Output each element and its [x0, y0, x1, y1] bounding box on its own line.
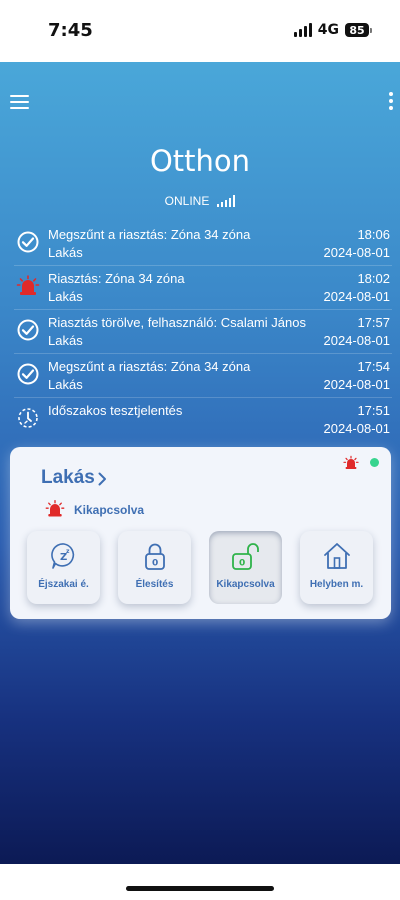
connection-status: ONLINE	[0, 194, 400, 208]
event-item[interactable]: Riasztás: Zóna 34 zóna Lakás 18:02 2024-…	[14, 266, 392, 310]
stay-mode-button[interactable]: Helyben m.	[300, 531, 373, 604]
event-description: Riasztás törölve, felhasználó: Csalami J…	[48, 315, 306, 330]
event-item[interactable]: Időszakos tesztjelentés 17:51 2024-08-01	[14, 398, 392, 441]
event-time: 17:54	[357, 359, 390, 374]
home-indicator[interactable]	[126, 886, 274, 891]
event-item[interactable]: Riasztás törölve, felhasználó: Csalami J…	[14, 310, 392, 354]
event-description: Megszűnt a riasztás: Zóna 34 zóna	[48, 227, 251, 242]
bottom-bar	[0, 864, 400, 900]
area-name[interactable]: Lakás	[41, 467, 95, 489]
siren-icon	[16, 275, 40, 295]
event-date: 2024-08-01	[323, 377, 391, 392]
night-mode-button[interactable]: Z z Éjszakai é.	[27, 531, 100, 604]
event-item[interactable]: Megszűnt a riasztás: Zóna 34 zóna Lakás …	[14, 354, 392, 398]
page-title: Otthon	[149, 144, 251, 178]
svg-text:0: 0	[239, 559, 245, 569]
status-time: 7:45	[48, 20, 93, 41]
disarm-mode-button[interactable]: 0 Kikapcsolva	[209, 531, 282, 604]
event-description: Riasztás: Zóna 34 zóna	[48, 271, 185, 286]
event-time: 17:51	[357, 403, 390, 418]
battery-icon: 85	[345, 23, 369, 37]
night-sleep-icon: Z z	[51, 543, 75, 569]
mode-label: Kikapcsolva	[216, 579, 275, 590]
check-circle-icon	[17, 319, 39, 341]
event-area: Lakás	[48, 377, 83, 392]
event-date: 2024-08-01	[323, 289, 391, 304]
event-description: Időszakos tesztjelentés	[48, 403, 183, 418]
event-date: 2024-08-01	[323, 333, 391, 348]
network-type: 4G	[317, 22, 339, 38]
event-time: 18:06	[357, 227, 390, 242]
connection-label: ONLINE	[164, 194, 210, 208]
mode-label: Élesítés	[135, 579, 174, 590]
lock-closed-icon: 0	[145, 543, 165, 570]
svg-text:0: 0	[152, 559, 158, 569]
lock-open-icon: 0	[232, 543, 259, 570]
status-indicators: 4G 85	[293, 22, 372, 38]
arm-mode-button[interactable]: 0 Élesítés	[118, 531, 191, 604]
chevron-right-icon[interactable]	[98, 472, 107, 486]
test-report-icon	[18, 408, 38, 428]
area-state: Kikapcsolva	[74, 503, 145, 517]
area-card: Lakás Kikapcsolva Z z Éjszakai é. 0 Éles…	[10, 447, 391, 619]
event-date: 2024-08-01	[323, 245, 391, 260]
siren-icon	[343, 455, 359, 469]
event-time: 17:57	[357, 315, 390, 330]
event-area: Lakás	[48, 245, 83, 260]
status-bar: 7:45 4G 85	[0, 0, 400, 62]
check-circle-icon	[17, 231, 39, 253]
online-status-dot	[370, 458, 379, 467]
event-description: Megszűnt a riasztás: Zóna 34 zóna	[48, 359, 251, 374]
event-date: 2024-08-01	[323, 421, 391, 436]
event-item[interactable]: Megszűnt a riasztás: Zóna 34 zóna Lakás …	[14, 222, 392, 266]
event-area: Lakás	[48, 289, 83, 304]
more-options-icon[interactable]	[388, 92, 394, 114]
battery-tip	[370, 27, 372, 33]
siren-icon	[45, 500, 65, 517]
mode-label: Helyben m.	[309, 579, 364, 590]
menu-icon[interactable]	[10, 95, 29, 109]
event-list: Megszűnt a riasztás: Zóna 34 zóna Lakás …	[14, 222, 392, 441]
cellular-signal-icon	[293, 23, 312, 37]
battery-level: 85	[349, 23, 365, 37]
home-icon	[324, 543, 350, 569]
app-main: Otthon ONLINE Megszűnt a riasztás: Zóna …	[0, 62, 400, 864]
mode-label: Éjszakai é.	[38, 579, 89, 590]
svg-text:z: z	[66, 548, 70, 555]
event-area: Lakás	[48, 333, 83, 348]
event-time: 18:02	[357, 271, 390, 286]
check-circle-icon	[17, 363, 39, 385]
signal-strength-icon	[217, 195, 236, 207]
